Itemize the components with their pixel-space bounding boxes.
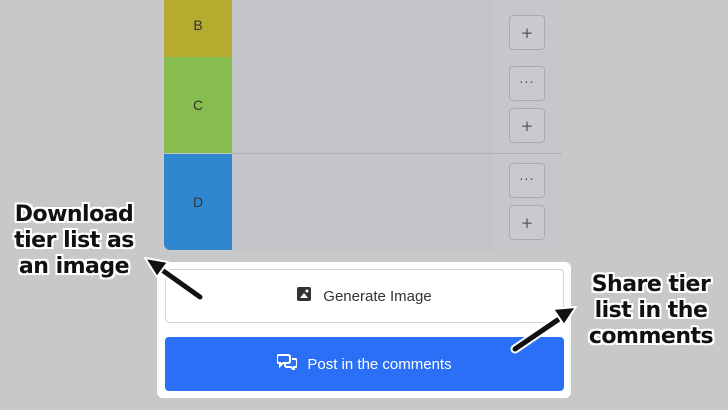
annotation-share: Share tier list in the comments bbox=[581, 272, 721, 350]
arrow-right bbox=[510, 306, 577, 354]
annotation-line: comments bbox=[588, 324, 714, 349]
annotation-line: list in the bbox=[594, 298, 708, 323]
arrow-left bbox=[144, 257, 205, 302]
annotation-line: Share tier bbox=[591, 272, 711, 297]
annotation-line: Download bbox=[14, 202, 134, 227]
annotation-download: Download tier list as an image bbox=[6, 202, 142, 280]
annotation-line: an image bbox=[18, 254, 130, 279]
annotation-line: tier list as bbox=[14, 228, 134, 253]
